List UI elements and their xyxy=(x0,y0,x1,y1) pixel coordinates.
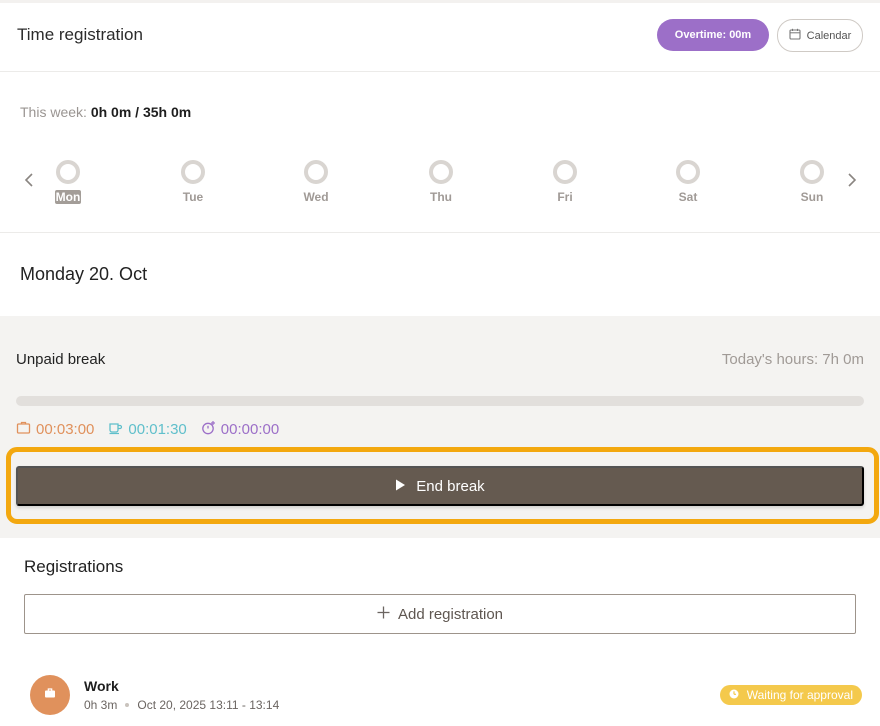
chevron-right-icon xyxy=(847,172,857,193)
timer-plus-icon xyxy=(201,420,216,439)
play-icon xyxy=(395,478,406,495)
day-wed[interactable]: Wed xyxy=(286,160,346,210)
day-fri[interactable]: Fri xyxy=(535,160,595,210)
chevron-left-icon xyxy=(24,172,34,193)
day-label: Fri xyxy=(557,190,573,204)
day-progress-ring xyxy=(429,160,453,184)
day-tue[interactable]: Tue xyxy=(163,160,223,210)
day-thu[interactable]: Thu xyxy=(411,160,471,210)
add-registration-label: Add registration xyxy=(397,605,504,623)
work-type-avatar xyxy=(30,675,70,715)
page-title: Time registration xyxy=(17,25,143,44)
todays-hours: Today's hours: 7h 0m xyxy=(721,351,864,368)
day-selector: Mon Tue Wed Thu Fri Sat Sun xyxy=(0,150,880,220)
day-progress-ring xyxy=(56,160,80,184)
work-timer: 00:03:00 xyxy=(16,420,94,439)
day-label: Mon xyxy=(54,190,82,204)
week-summary-value: 0h 0m / 35h 0m xyxy=(90,104,192,120)
end-break-button[interactable]: End break xyxy=(16,466,864,506)
day-sat[interactable]: Sat xyxy=(658,160,718,210)
day-progress-ring xyxy=(800,160,824,184)
day-sun[interactable]: Sun xyxy=(782,160,842,210)
previous-week-button[interactable] xyxy=(22,172,36,192)
day-progress-ring xyxy=(304,160,328,184)
work-timer-value: 00:03:00 xyxy=(36,421,95,438)
break-title: Unpaid break xyxy=(16,351,106,368)
add-registration-button[interactable]: Add registration xyxy=(24,594,856,634)
top-header: Time registration Overtime: 00m Calendar xyxy=(0,0,880,72)
registration-time-range: Oct 20, 2025 13:11 - 13:14 xyxy=(137,698,280,712)
coffee-cup-icon xyxy=(108,420,123,439)
section-divider xyxy=(0,232,880,233)
separator-dot xyxy=(125,703,130,707)
day-progress-ring xyxy=(181,160,205,184)
calendar-button-label: Calendar xyxy=(806,29,852,42)
day-progress-ring xyxy=(553,160,577,184)
day-label: Thu xyxy=(430,190,452,204)
registration-item[interactable]: Work 0h 3m Oct 20, 2025 13:11 - 13:14 Wa… xyxy=(30,673,862,721)
next-week-button[interactable] xyxy=(845,172,859,192)
status-badge: Waiting for approval xyxy=(719,685,862,705)
day-label: Sat xyxy=(678,190,698,204)
week-summary-label: This week: xyxy=(20,104,87,120)
registrations-heading: Registrations xyxy=(24,557,124,576)
overtime-button[interactable]: Overtime: 00m xyxy=(657,19,769,51)
day-mon[interactable]: Mon xyxy=(38,160,98,210)
overtime-timer-value: 00:00:00 xyxy=(220,421,280,438)
day-label: Sun xyxy=(800,190,824,204)
break-timer: 00:01:30 xyxy=(108,420,187,439)
week-summary: This week: 0h 0m / 35h 0m xyxy=(20,104,191,120)
clock-icon xyxy=(729,688,739,702)
calendar-button[interactable]: Calendar xyxy=(777,19,863,52)
timers-row: 00:03:00 00:01:30 00:00:00 xyxy=(16,420,279,439)
day-progress-bar xyxy=(16,396,864,406)
day-label: Tue xyxy=(182,190,204,204)
status-label: Waiting for approval xyxy=(746,688,853,702)
registration-title: Work xyxy=(84,678,119,694)
registration-meta: 0h 3m Oct 20, 2025 13:11 - 13:14 xyxy=(84,698,279,712)
break-timer-value: 00:01:30 xyxy=(128,421,187,438)
registration-duration: 0h 3m xyxy=(84,698,118,712)
end-break-label: End break xyxy=(416,477,485,495)
overtime-timer: 00:00:00 xyxy=(201,420,279,439)
day-progress-ring xyxy=(676,160,700,184)
briefcase-icon xyxy=(44,686,56,704)
day-label: Wed xyxy=(303,190,329,204)
briefcase-icon xyxy=(16,420,31,439)
calendar-icon xyxy=(789,28,801,43)
selected-date-heading: Monday 20. Oct xyxy=(20,264,148,284)
plus-icon xyxy=(377,606,390,623)
